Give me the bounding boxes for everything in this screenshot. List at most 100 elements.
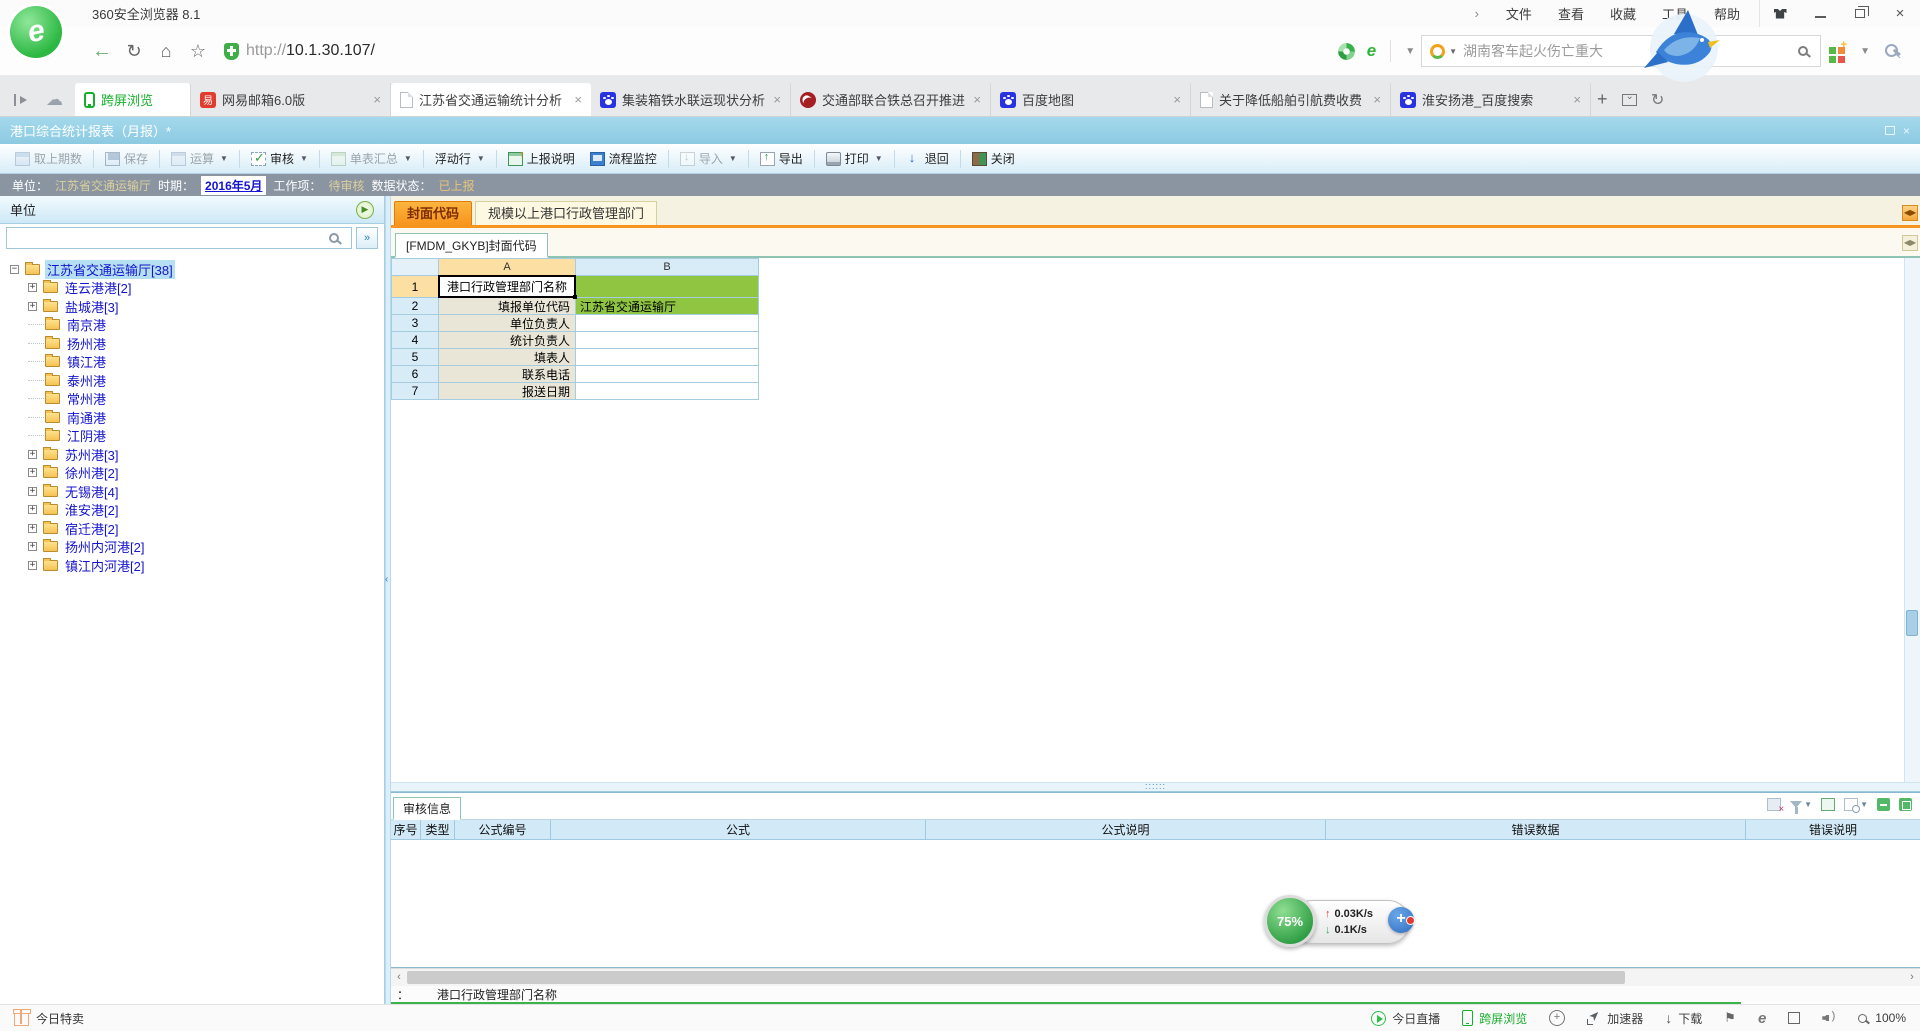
tab-jiangsu-transport-stats[interactable]: 江苏省交通运输统计分析 × <box>391 83 591 116</box>
tab-pilotage-fee[interactable]: 关于降低船舶引航费收费 × <box>1191 83 1391 116</box>
menu-help[interactable]: 帮助 <box>1701 1 1753 26</box>
tab-baidu-map[interactable]: 百度地图 × <box>991 83 1191 116</box>
tab-mot-meeting[interactable]: 交通部联合铁总召开推进 × <box>791 83 991 116</box>
extensions-caret-icon[interactable]: ▼ <box>1860 46 1870 57</box>
audit-button[interactable]: 审核▼ <box>244 147 315 170</box>
report-notes-button[interactable]: 上报说明 <box>501 147 582 170</box>
search-engine-caret-icon[interactable]: ▼ <box>1449 47 1457 56</box>
cell-a5[interactable]: 填表人 <box>439 349 576 366</box>
cross-screen-button[interactable]: 跨屏浏览 <box>1462 1010 1527 1027</box>
row-header[interactable]: 1 <box>391 276 439 298</box>
extensions-icon[interactable] <box>1829 43 1846 60</box>
row-header[interactable]: 4 <box>391 332 439 349</box>
single-table-summary-button[interactable]: 单表汇总▼ <box>324 147 419 170</box>
url-field[interactable]: http://10.1.30.107/ <box>214 34 1332 68</box>
clear-results-icon[interactable] <box>1767 798 1781 811</box>
return-button[interactable]: 退回 <box>899 147 956 170</box>
tree-item[interactable]: +无锡港[4] <box>4 482 380 501</box>
export-button[interactable]: 导出 <box>753 147 810 170</box>
live-today-button[interactable]: 今日直播 <box>1371 1010 1440 1027</box>
side-panel-icon[interactable] <box>14 93 30 107</box>
flag-icon[interactable]: ⚑ <box>1724 1010 1736 1026</box>
close-report-button[interactable]: 关闭 <box>965 147 1022 170</box>
column-header-a[interactable]: A <box>439 258 576 276</box>
new-tab-button[interactable]: + <box>1597 89 1608 110</box>
tab-container-rail-water[interactable]: 集装箱铁水联运现状分析 × <box>591 83 791 116</box>
expand-icon[interactable]: + <box>28 524 37 533</box>
tab-close-icon[interactable]: × <box>1173 92 1181 107</box>
speaker-icon[interactable] <box>1822 1011 1836 1025</box>
tree-item[interactable]: 镇江港 <box>4 353 380 372</box>
skin-button[interactable] <box>1760 0 1800 27</box>
tree-item[interactable]: +淮安港[2] <box>4 501 380 520</box>
export-excel-icon[interactable] <box>1821 798 1835 811</box>
tree-item[interactable]: +苏州港[3] <box>4 445 380 464</box>
tab-cross-screen[interactable]: 跨屏浏览 <box>75 83 191 116</box>
browser-360-logo-icon[interactable]: e <box>10 6 62 58</box>
row-header[interactable]: 7 <box>391 383 439 400</box>
vertical-scrollbar[interactable] <box>1904 258 1920 782</box>
favorite-star-button[interactable]: ☆ <box>182 35 214 67</box>
tree-item[interactable]: +徐州港[2] <box>4 464 380 483</box>
refresh-button[interactable]: ↻ <box>118 35 150 67</box>
menu-file[interactable]: 文件 <box>1493 1 1545 26</box>
reopen-closed-tab-icon[interactable]: ↺ <box>1651 90 1664 110</box>
tree-item[interactable]: 扬州港 <box>4 334 380 353</box>
report-restore-icon[interactable] <box>1885 126 1895 135</box>
sheet-tab-cover-code[interactable]: 封面代码 <box>394 201 472 225</box>
speed-widget[interactable]: ↑0.03K/s ↓0.1K/s 75% + <box>1264 893 1414 951</box>
horizontal-scrollbar[interactable]: ‹ › <box>391 968 1920 986</box>
search-box[interactable]: ▼ 湖南客车起火伤亡重大 <box>1421 35 1821 67</box>
download-button[interactable]: ↓下载 <box>1665 1010 1702 1027</box>
search-suggestion-text[interactable]: 湖南客车起火伤亡重大 <box>1463 41 1792 61</box>
expand-icon[interactable]: + <box>28 487 37 496</box>
window-mode-icon[interactable] <box>1788 1012 1800 1024</box>
horizontal-scrollbar-thumb[interactable] <box>407 971 1625 984</box>
site-safety-shield-icon[interactable] <box>224 43 239 60</box>
vertical-scrollbar-thumb[interactable] <box>1906 610 1918 636</box>
column-header-b[interactable]: B <box>576 258 759 276</box>
speed-mode-icon[interactable]: e <box>1367 41 1376 61</box>
floating-row-button[interactable]: 浮动行▼ <box>428 147 492 170</box>
unit-panel-refresh-button[interactable]: ▶ <box>356 201 374 219</box>
cell-a7[interactable]: 报送日期 <box>439 383 576 400</box>
audit-panel-splitter[interactable]: :::::: <box>391 782 1920 792</box>
cell-b2[interactable]: 江苏省交通运输厅 <box>576 298 759 315</box>
expand-icon[interactable]: + <box>28 542 37 551</box>
dropdown-caret-icon[interactable]: ▼ <box>1405 46 1415 57</box>
accelerate-plus-button[interactable]: + <box>1388 907 1414 933</box>
app-center-icon[interactable] <box>1549 1010 1565 1026</box>
subtab-scroll-icon[interactable]: ◀▶ <box>1902 235 1918 251</box>
memory-usage-ball[interactable]: 75% <box>1264 895 1316 947</box>
tab-close-icon[interactable]: × <box>973 92 981 107</box>
menu-view[interactable]: 查看 <box>1545 1 1597 26</box>
print-button[interactable]: 打印▼ <box>819 147 890 170</box>
no-trace-mode-icon[interactable] <box>1338 43 1355 60</box>
cell-b4[interactable] <box>576 332 759 349</box>
expand-icon[interactable]: + <box>28 468 37 477</box>
tab-list-icon[interactable] <box>1622 94 1637 106</box>
cell-a6[interactable]: 联系电话 <box>439 366 576 383</box>
ie-compat-icon[interactable]: e <box>1758 1010 1766 1027</box>
zoom-control[interactable]: 100% <box>1858 1011 1906 1025</box>
tree-item[interactable]: +扬州内河港[2] <box>4 538 380 557</box>
collapse-icon[interactable]: − <box>10 265 19 274</box>
home-button[interactable]: ⌂ <box>150 35 182 67</box>
tab-close-icon[interactable]: × <box>773 92 781 107</box>
tab-close-icon[interactable]: × <box>1573 92 1581 107</box>
cell-b6[interactable] <box>576 366 759 383</box>
tree-item[interactable]: +镇江内河港[2] <box>4 556 380 575</box>
sheet-tab-port-admin[interactable]: 规模以上港口行政管理部门 <box>475 201 657 225</box>
row-header[interactable]: 6 <box>391 366 439 383</box>
cell-b3[interactable] <box>576 315 759 332</box>
cell-b7[interactable] <box>576 383 759 400</box>
cell-b1[interactable] <box>576 276 759 298</box>
scroll-left-icon[interactable]: ‹ <box>391 969 407 986</box>
audit-info-tab[interactable]: 审核信息 <box>393 797 461 820</box>
minimize-button[interactable] <box>1800 0 1840 27</box>
tree-item-root[interactable]: −江苏省交通运输厅[38] <box>4 260 380 279</box>
expand-icon[interactable]: + <box>28 283 37 292</box>
tab-close-icon[interactable]: × <box>1373 92 1381 107</box>
search-icon[interactable] <box>1798 46 1808 56</box>
scroll-right-icon[interactable]: › <box>1904 969 1920 986</box>
